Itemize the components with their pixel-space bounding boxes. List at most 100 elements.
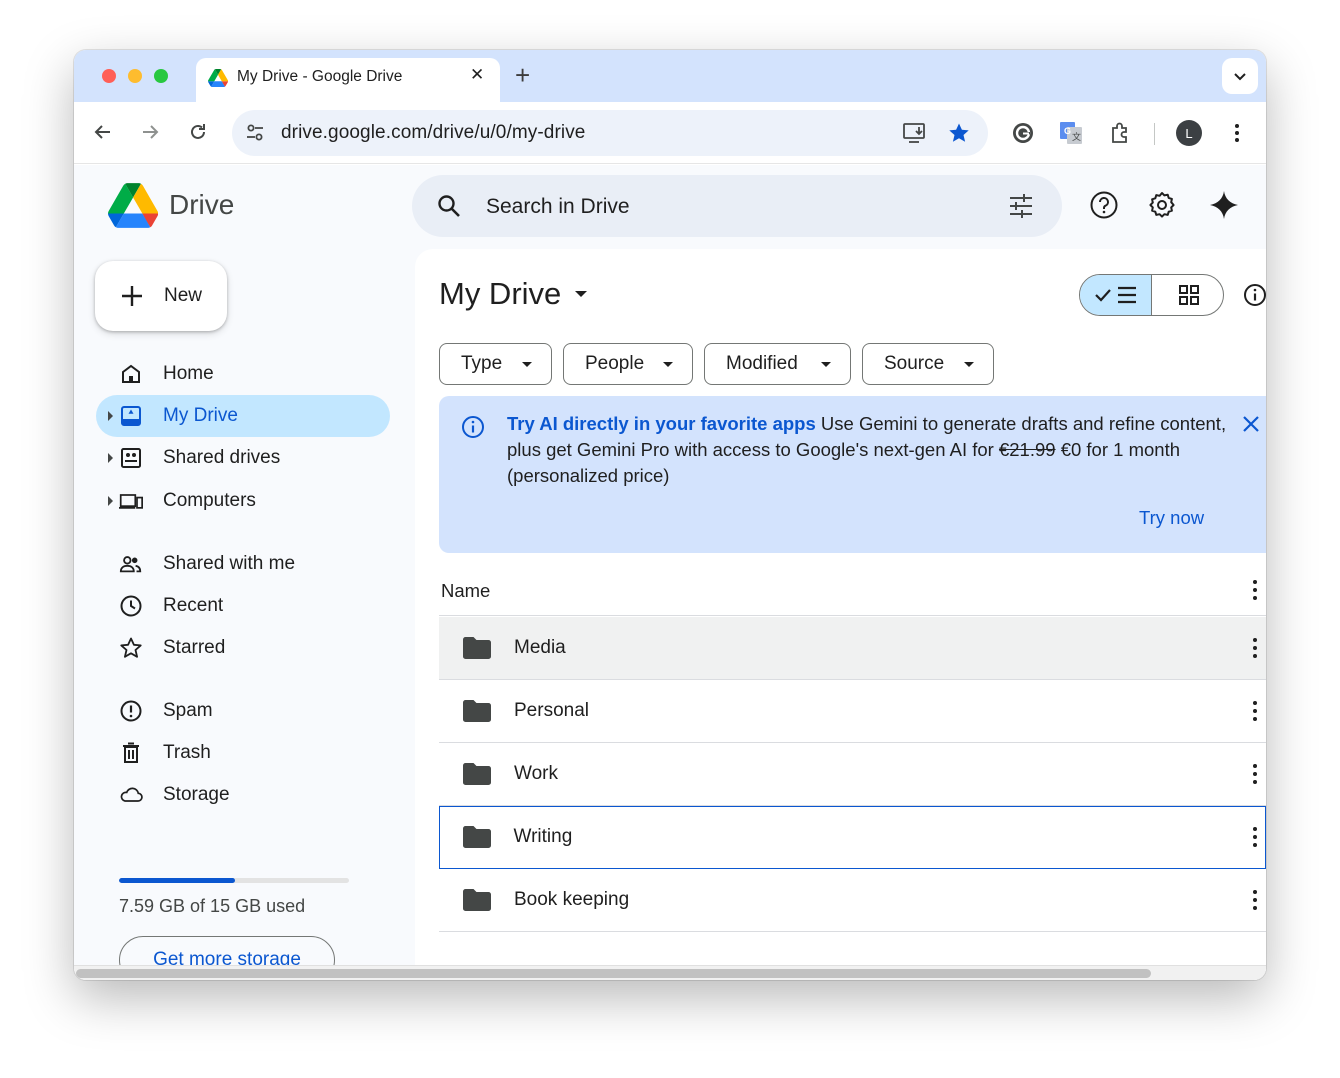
- back-button[interactable]: [91, 120, 115, 144]
- chip-label: Modified: [726, 353, 798, 374]
- address-bar[interactable]: drive.google.com/drive/u/0/my-drive: [232, 110, 988, 156]
- trash-icon: [119, 741, 143, 765]
- search-placeholder: Search in Drive: [486, 195, 630, 218]
- more-vert-icon[interactable]: [1252, 764, 1258, 784]
- page-title[interactable]: My Drive: [439, 276, 561, 312]
- toolbar-separator: [1154, 123, 1155, 145]
- site-settings-icon[interactable]: [244, 122, 266, 144]
- new-button[interactable]: New: [95, 261, 227, 331]
- folder-icon: [463, 763, 491, 785]
- reload-button[interactable]: [186, 120, 210, 144]
- expand-caret-icon[interactable]: [108, 411, 113, 421]
- sidebar-item-spam[interactable]: Spam: [96, 690, 390, 732]
- list-view-button[interactable]: [1080, 275, 1152, 315]
- title-dropdown-caret-icon[interactable]: [575, 291, 587, 297]
- file-list-header: Name: [439, 564, 1266, 616]
- drive-search-bar[interactable]: Search in Drive: [412, 175, 1062, 237]
- chip-caret-icon: [663, 362, 673, 367]
- folder-icon: [463, 889, 491, 911]
- more-vert-icon[interactable]: [1252, 580, 1258, 600]
- gemini-button[interactable]: [1208, 189, 1240, 221]
- check-list-icon: [1094, 286, 1136, 304]
- arrow-right-icon: [143, 125, 159, 139]
- sidebar-item-trash[interactable]: Trash: [96, 732, 390, 774]
- close-icon[interactable]: [1242, 415, 1260, 433]
- sidebar-item-label: Computers: [163, 490, 256, 511]
- more-vert-icon[interactable]: [1252, 890, 1258, 910]
- chip-label: Type: [461, 353, 503, 374]
- expand-caret-icon[interactable]: [108, 496, 113, 506]
- filter-modified-chip[interactable]: Modified: [704, 343, 851, 385]
- sidebar-item-home[interactable]: Home: [96, 353, 390, 395]
- folder-icon: [463, 637, 491, 659]
- folder-icon: [463, 700, 491, 722]
- gemini-sparkle-icon: [1210, 191, 1238, 219]
- folder-name: Book keeping: [514, 889, 630, 910]
- search-icon[interactable]: [436, 193, 462, 219]
- translate-extension-button[interactable]: G 文: [1057, 119, 1085, 147]
- sidebar-item-starred[interactable]: Starred: [96, 627, 390, 669]
- cloud-icon: [119, 783, 143, 807]
- browser-menu-button[interactable]: [1223, 119, 1251, 147]
- sidebar-item-label: Trash: [163, 742, 211, 763]
- browser-window: My Drive - Google Drive ✕ + drive.google…: [74, 50, 1266, 980]
- forward-button[interactable]: [138, 120, 162, 144]
- computers-icon: [119, 489, 143, 513]
- sidebar-item-shared-drives[interactable]: Shared drives: [96, 437, 390, 479]
- maximize-window-button[interactable]: [154, 69, 168, 83]
- more-vert-icon[interactable]: [1252, 826, 1258, 847]
- sidebar-item-label: Starred: [163, 637, 226, 658]
- plus-icon: [122, 286, 142, 306]
- folder-icon: [462, 825, 491, 848]
- bookmark-star-icon[interactable]: [947, 121, 971, 145]
- table-row[interactable]: Writing: [439, 806, 1266, 869]
- drive-app: Drive Search in Drive New Home My Drive …: [74, 165, 1266, 980]
- sidebar-item-label: Storage: [163, 784, 230, 805]
- help-button[interactable]: [1088, 189, 1120, 221]
- close-window-button[interactable]: [102, 69, 116, 83]
- info-icon[interactable]: [1243, 283, 1266, 307]
- expand-caret-icon[interactable]: [108, 453, 113, 463]
- sidebar-item-label: Recent: [163, 595, 224, 616]
- settings-button[interactable]: [1146, 189, 1178, 221]
- drive-logo-icon[interactable]: [108, 183, 158, 228]
- profile-avatar[interactable]: L: [1176, 120, 1202, 146]
- more-vert-icon[interactable]: [1252, 701, 1258, 721]
- search-options-icon[interactable]: [1008, 193, 1034, 219]
- table-row[interactable]: Work: [439, 743, 1266, 806]
- shared-drives-icon: [119, 446, 143, 470]
- filter-people-chip[interactable]: People: [563, 343, 693, 385]
- new-tab-button[interactable]: +: [515, 60, 530, 90]
- main-content: My Drive Type People Modified Source Try…: [415, 249, 1266, 980]
- try-now-button[interactable]: Try now: [1139, 507, 1204, 529]
- tab-close-icon[interactable]: ✕: [470, 65, 484, 85]
- horizontal-scrollbar[interactable]: [74, 965, 1266, 980]
- column-name-header[interactable]: Name: [441, 580, 490, 602]
- sidebar-item-computers[interactable]: Computers: [96, 480, 390, 522]
- sidebar-item-shared-with-me[interactable]: Shared with me: [96, 543, 390, 585]
- extensions-button[interactable]: [1106, 119, 1134, 147]
- sidebar-item-label: Home: [163, 363, 214, 384]
- tab-search-button[interactable]: [1222, 58, 1258, 94]
- browser-tab[interactable]: My Drive - Google Drive ✕: [196, 58, 500, 102]
- more-vert-icon[interactable]: [1252, 638, 1258, 658]
- sidebar-item-recent[interactable]: Recent: [96, 585, 390, 627]
- table-row[interactable]: Book keeping: [439, 869, 1266, 932]
- table-row[interactable]: Media: [439, 617, 1266, 680]
- drive-logo-text[interactable]: Drive: [169, 189, 234, 221]
- scrollbar-thumb[interactable]: [76, 969, 1151, 978]
- grammarly-extension-button[interactable]: [1009, 119, 1037, 147]
- folder-name: Writing: [513, 825, 573, 847]
- sidebar-item-storage[interactable]: Storage: [96, 774, 390, 816]
- grid-view-button[interactable]: [1152, 275, 1223, 315]
- storage-progress-fill: [119, 878, 236, 883]
- filter-source-chip[interactable]: Source: [862, 343, 994, 385]
- table-row[interactable]: Personal: [439, 680, 1266, 743]
- folder-name: Work: [514, 763, 558, 784]
- install-app-icon[interactable]: [902, 121, 928, 145]
- filter-type-chip[interactable]: Type: [439, 343, 552, 385]
- spam-icon: [119, 699, 143, 723]
- minimize-window-button[interactable]: [128, 69, 142, 83]
- sidebar-item-my-drive[interactable]: My Drive: [96, 395, 390, 437]
- folder-name: Personal: [514, 700, 589, 721]
